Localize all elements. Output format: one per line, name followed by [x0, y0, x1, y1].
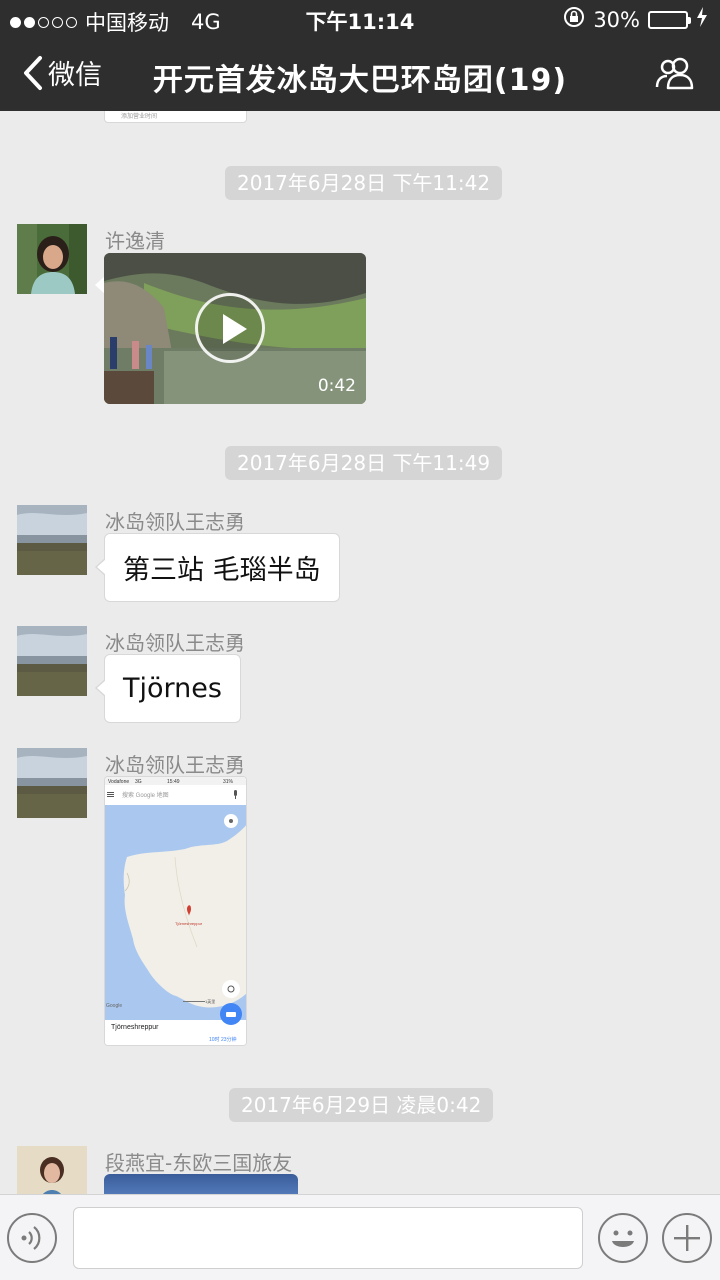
image-message[interactable]: [104, 1174, 298, 1194]
video-message[interactable]: 0:42: [104, 253, 366, 404]
map-time: 15:49: [167, 779, 180, 785]
status-bar: 中国移动 4G 下午11:14 30%: [0, 0, 720, 38]
message-text: Tjörnes: [123, 673, 222, 704]
timestamp: 2017年6月28日 下午11:42: [225, 166, 503, 200]
message-text: 第三站 毛瑙半岛: [123, 555, 321, 586]
map-pin-label: Tjörneshreppur: [175, 921, 203, 926]
emoji-icon[interactable]: [598, 1213, 648, 1263]
map-battery: 31%: [223, 779, 234, 785]
map-screenshot-image[interactable]: Vodafone 3G 15:49 31% 搜索 Google 地图 Tjörn…: [104, 776, 247, 1046]
rotation-lock-icon: [563, 6, 585, 33]
timestamp: 2017年6月29日 凌晨0:42: [229, 1088, 494, 1122]
previous-image-caption: 添加营业时间: [121, 113, 158, 120]
nav-bar: 微信 开元首发冰岛大巴环岛团(19): [0, 38, 720, 111]
map-network: 3G: [135, 779, 142, 785]
plus-icon[interactable]: [662, 1213, 712, 1263]
previous-image-message[interactable]: 添加营业时间: [104, 111, 247, 123]
avatar[interactable]: [17, 626, 87, 696]
map-scale: 1英里: [205, 998, 215, 1004]
sender-name: 段燕宜-东欧三国旅友: [105, 1151, 293, 1175]
text-bubble[interactable]: Tjörnes: [95, 654, 241, 723]
avatar[interactable]: [17, 1146, 87, 1194]
sender-name: 冰岛领队王志勇: [105, 753, 245, 777]
sender-name: 冰岛领队王志勇: [105, 631, 245, 655]
voice-icon[interactable]: [7, 1213, 57, 1263]
battery-icon: [648, 10, 691, 29]
status-right: 30%: [563, 6, 708, 33]
avatar[interactable]: [17, 505, 87, 575]
text-bubble[interactable]: 第三站 毛瑙半岛: [95, 533, 340, 602]
sender-name: 冰岛领队王志勇: [105, 510, 245, 534]
people-icon[interactable]: [654, 56, 696, 94]
charging-icon: [696, 7, 708, 32]
map-drive-time: 10时 23分钟: [209, 1036, 237, 1043]
avatar[interactable]: [17, 748, 87, 818]
sender-name: 许逸清: [105, 229, 165, 253]
map-logo: Google: [106, 1003, 122, 1009]
video-duration: 0:42: [317, 376, 356, 396]
play-icon[interactable]: [195, 293, 265, 363]
timestamp: 2017年6月28日 下午11:49: [225, 446, 503, 480]
map-place-name: Tjörneshreppur: [111, 1024, 159, 1031]
input-bar: [0, 1194, 720, 1280]
map-location-icon: [222, 980, 240, 998]
message-input[interactable]: [73, 1207, 583, 1269]
map-carrier: Vodafone: [108, 779, 129, 785]
chat-area[interactable]: 添加营业时间 2017年6月28日 下午11:42 许逸清 0:42 2017年…: [0, 111, 720, 1194]
map-search-placeholder: 搜索 Google 地图: [122, 791, 169, 799]
battery-percent: 30%: [593, 7, 640, 32]
chat-title: 开元首发冰岛大巴环岛团(19): [152, 63, 568, 98]
avatar[interactable]: [17, 224, 87, 294]
menu-icon: [107, 792, 114, 797]
